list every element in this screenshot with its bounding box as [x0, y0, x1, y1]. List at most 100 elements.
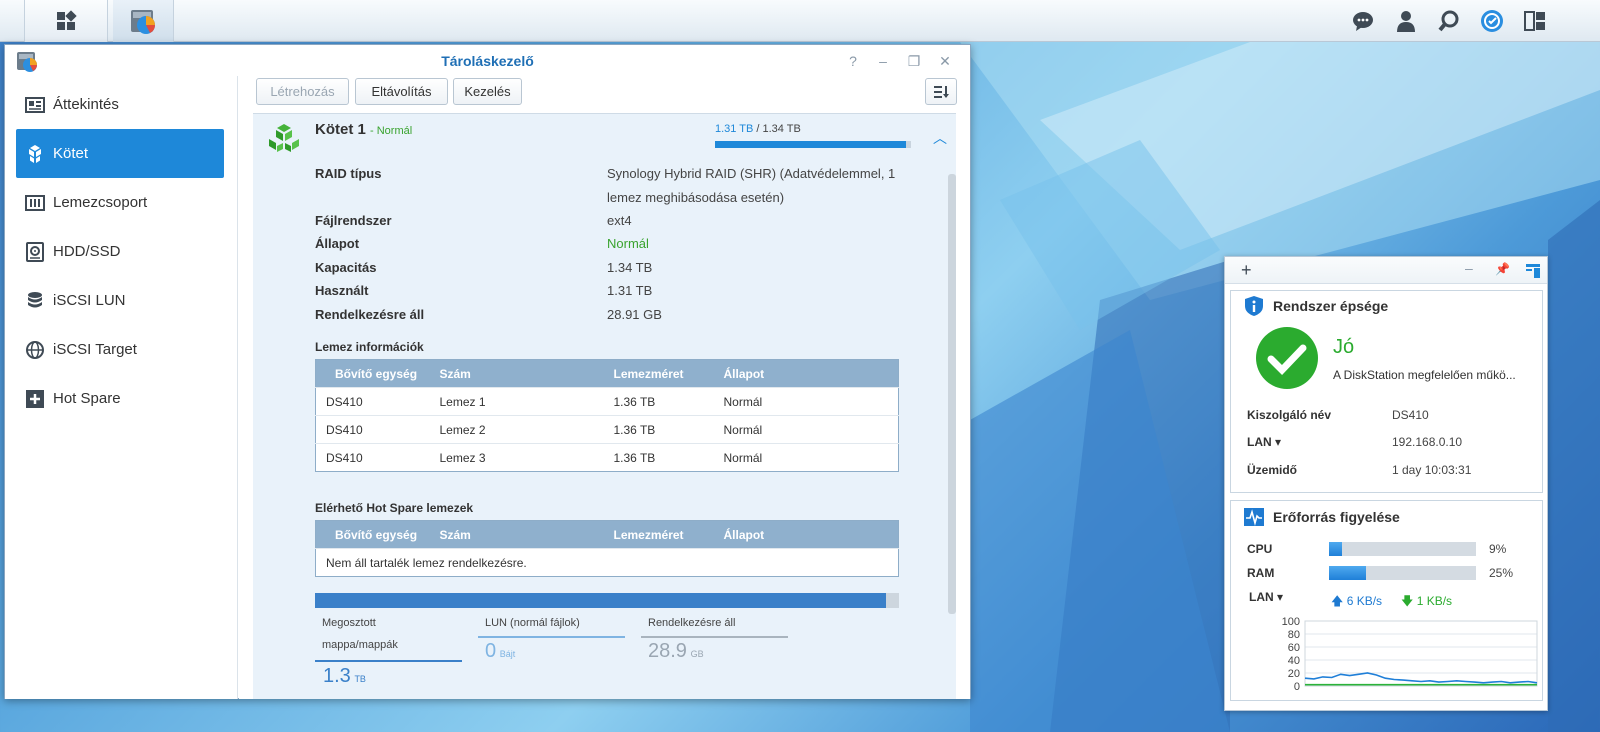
- used-value: 1.31 TB: [607, 283, 653, 298]
- used-label: Használt: [315, 283, 369, 298]
- shield-info-icon: [1245, 296, 1263, 316]
- table-cell: DS410: [315, 415, 440, 444]
- table-cell: Lemez 1: [439, 387, 614, 416]
- table-cell: Lemez 2: [439, 415, 614, 444]
- widget-layout-icon[interactable]: [1526, 264, 1540, 278]
- table-row: Nem áll tartalék lemez rendelkezésre.: [315, 548, 899, 577]
- volume-title: Kötet 1: [315, 121, 366, 138]
- volume-status: - Normál: [370, 125, 413, 137]
- table-cell: DS410: [315, 443, 440, 472]
- uptime-value: 1 day 10:03:31: [1392, 463, 1472, 477]
- minimize-icon[interactable]: –: [874, 52, 892, 70]
- capacity-label: Kapacitás: [315, 260, 377, 275]
- cpu-value: 9%: [1489, 542, 1507, 556]
- table-row[interactable]: DS410 Lemez 2 1.36 TB Normál: [315, 415, 899, 444]
- status-label: Állapot: [315, 236, 360, 251]
- graph-tick-label: 80: [1288, 629, 1300, 641]
- maximize-icon[interactable]: ❐: [905, 52, 923, 70]
- volume-usage-bar: [715, 141, 911, 148]
- scrollbar[interactable]: [948, 174, 956, 614]
- column-header[interactable]: Bővítő egység: [315, 359, 440, 388]
- collapse-icon[interactable]: ︿: [933, 128, 947, 148]
- empty-message: Nem áll tartalék lemez rendelkezésre.: [315, 548, 899, 577]
- ram-bar: [1329, 566, 1476, 580]
- remove-button[interactable]: Eltávolítás: [355, 78, 448, 105]
- manage-button[interactable]: Kezelés: [453, 78, 522, 105]
- sidebar-item-label: HDD/SSD: [53, 243, 121, 260]
- user-icon[interactable]: [1393, 8, 1419, 34]
- sidebar-item-volume[interactable]: Kötet: [16, 129, 224, 178]
- usage-distribution-fill: [315, 593, 887, 608]
- widgets-status-icon[interactable]: [1479, 8, 1505, 34]
- desktop-layout-icon[interactable]: [1522, 8, 1548, 34]
- ok-check-icon: [1256, 327, 1318, 389]
- column-header[interactable]: Bővítő egység: [315, 520, 440, 549]
- avail-underline: [641, 636, 788, 638]
- sort-button[interactable]: [925, 78, 957, 105]
- sidebar-item-iscsi-lun[interactable]: iSCSI LUN: [16, 276, 224, 325]
- download-arrow-icon: 🡇: [1401, 594, 1414, 608]
- lan-traffic-dropdown[interactable]: LAN ▾: [1249, 590, 1283, 604]
- minimize-icon[interactable]: –: [1465, 260, 1473, 276]
- ram-bar-fill: [1329, 566, 1366, 580]
- globe-icon: [25, 340, 45, 360]
- download-value: 1 KB/s: [1416, 594, 1453, 608]
- pin-icon[interactable]: 📌: [1495, 262, 1510, 276]
- window-title: Tároláskezelő: [441, 53, 534, 69]
- chat-icon[interactable]: [1350, 8, 1376, 34]
- overview-icon: [25, 95, 45, 115]
- sidebar-item-hot-spare[interactable]: Hot Spare: [16, 374, 224, 423]
- window-titlebar[interactable]: Tároláskezelő ? – ❐ ✕: [5, 45, 970, 76]
- taskbar-storage-manager[interactable]: [113, 0, 174, 42]
- column-header[interactable]: Lemezméret: [613, 520, 724, 549]
- table-row[interactable]: DS410 Lemez 1 1.36 TB Normál: [315, 387, 899, 416]
- sidebar: Áttekintés Kötet Lemezcsoport HDD/SSD iS…: [5, 76, 238, 699]
- add-widget-icon[interactable]: +: [1241, 260, 1252, 281]
- table-cell: Normál: [723, 415, 899, 444]
- column-header[interactable]: Szám: [439, 520, 614, 549]
- shared-folders-label-line1: Megosztott: [322, 617, 376, 629]
- main-content: Létrehozás Eltávolítás Kezelés Kötet 1 -…: [239, 76, 970, 699]
- sidebar-item-hdd-ssd[interactable]: HDD/SSD: [16, 227, 224, 276]
- upload-rate: 🡅 6 KB/s: [1331, 592, 1382, 613]
- volume-usage-text: 1.31 TB / 1.34 TB: [715, 123, 801, 135]
- sidebar-item-label: Hot Spare: [53, 390, 121, 407]
- cpu-bar: [1329, 542, 1476, 556]
- create-button[interactable]: Létrehozás: [256, 78, 349, 105]
- lun-label: LUN (normál fájlok): [485, 617, 580, 629]
- table-header-row: Bővítő egység Szám Lemezméret Állapot: [315, 359, 899, 388]
- column-header[interactable]: Állapot: [723, 359, 899, 388]
- shared-value: 1.3: [323, 665, 351, 687]
- capacity-value: 1.34 TB: [607, 260, 653, 275]
- table-cell: Normál: [723, 387, 899, 416]
- search-icon[interactable]: [1436, 8, 1462, 34]
- sidebar-item-label: Kötet: [53, 145, 89, 162]
- graph-tick-label: 100: [1282, 617, 1300, 628]
- sidebar-item-label: Áttekintés: [53, 96, 119, 113]
- shared-value-group: 1.3 TB: [323, 665, 366, 688]
- volume-name: Kötet 1 - Normál: [315, 121, 412, 138]
- upload-series-line: [1304, 672, 1538, 684]
- lan-ip-value: 192.168.0.10: [1392, 435, 1463, 449]
- shared-folders-label-line2: mappa/mappák: [322, 639, 398, 651]
- table-row[interactable]: DS410 Lemez 3 1.36 TB Normál: [315, 443, 899, 472]
- raid-type-label: RAID típus: [315, 166, 382, 181]
- desktop-widget: + – 📌 Rendszer épsége Jó A DiskStation m…: [1224, 256, 1548, 711]
- column-header[interactable]: Szám: [439, 359, 614, 388]
- column-header[interactable]: Állapot: [723, 520, 899, 549]
- server-name-label: Kiszolgáló név: [1247, 408, 1332, 422]
- table-cell: 1.36 TB: [613, 415, 724, 444]
- sidebar-item-disk-group[interactable]: Lemezcsoport: [16, 178, 224, 227]
- available-label: Rendelkezésre áll: [315, 307, 425, 322]
- lan-traffic-label: LAN: [1249, 590, 1274, 604]
- sidebar-item-overview[interactable]: Áttekintés: [16, 80, 224, 129]
- filesystem-label: Fájlrendszer: [315, 213, 392, 228]
- sidebar-item-iscsi-target[interactable]: iSCSI Target: [16, 325, 224, 374]
- pulse-monitor-icon: [1244, 508, 1264, 526]
- main-menu-button[interactable]: [24, 0, 108, 42]
- lan-dropdown[interactable]: LAN ▾: [1247, 435, 1281, 449]
- column-header[interactable]: Lemezméret: [613, 359, 724, 388]
- help-icon[interactable]: ?: [844, 52, 862, 70]
- close-icon[interactable]: ✕: [936, 52, 954, 70]
- ram-label: RAM: [1247, 566, 1275, 580]
